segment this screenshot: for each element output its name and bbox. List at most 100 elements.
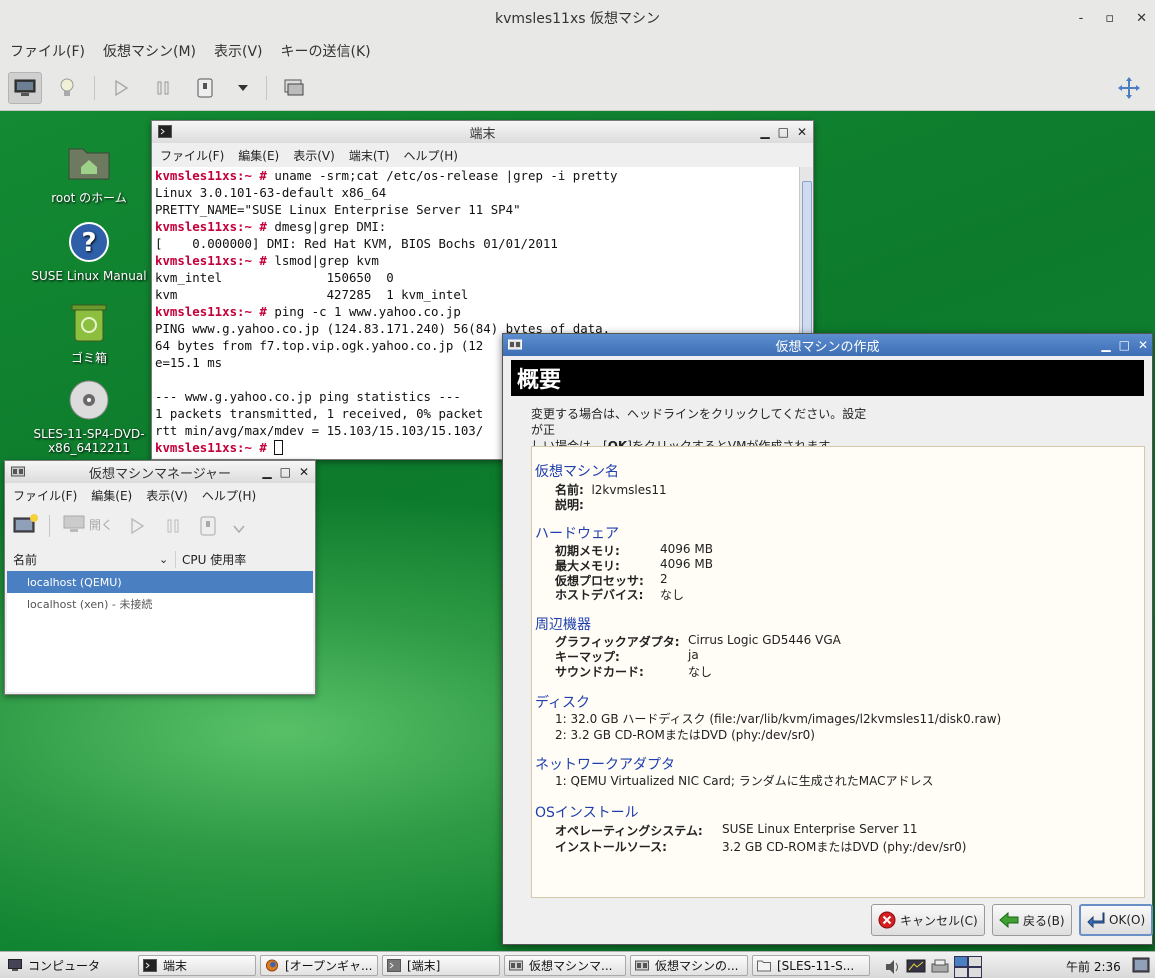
- shutdown-menu-button[interactable]: [226, 72, 260, 104]
- firefox-icon: [265, 959, 279, 972]
- volume-icon[interactable]: [884, 958, 902, 976]
- start-menu-button[interactable]: コンピュータ: [4, 955, 134, 976]
- shutdown-menu-button[interactable]: [233, 522, 245, 536]
- menu-view[interactable]: 表示(V): [293, 147, 335, 164]
- section-os-install[interactable]: OSインストール: [535, 802, 639, 822]
- help-icon: ?: [69, 222, 109, 262]
- task-sles-folder[interactable]: [SLES-11-S...: [752, 955, 870, 976]
- close-button[interactable]: ✕: [1138, 338, 1148, 352]
- folder-icon: [757, 960, 771, 972]
- menu-send-key[interactable]: キーの送信(K): [281, 41, 371, 61]
- maximize-button[interactable]: □: [280, 465, 291, 479]
- chevron-down-icon: [233, 525, 245, 534]
- close-button[interactable]: ✕: [797, 125, 807, 139]
- pause-button[interactable]: [146, 72, 180, 104]
- summary-banner: 概要: [511, 360, 1144, 396]
- pause-icon: [167, 519, 179, 533]
- menu-view[interactable]: 表示(V): [214, 41, 263, 61]
- snapshot-button[interactable]: [277, 72, 311, 104]
- maximize-button[interactable]: □: [1119, 338, 1130, 352]
- pause-button[interactable]: [165, 518, 181, 537]
- minimize-button[interactable]: ▁: [760, 125, 769, 139]
- minimize-button[interactable]: -: [1079, 11, 1084, 26]
- run-button[interactable]: [104, 72, 138, 104]
- ok-button[interactable]: OK(O): [1079, 904, 1154, 936]
- display-icon[interactable]: [906, 958, 926, 976]
- clock[interactable]: 午前 2:36: [1066, 958, 1121, 975]
- column-name[interactable]: 名前: [9, 551, 159, 568]
- menu-file[interactable]: ファイル(F): [13, 487, 77, 504]
- hw-max-mem-value: 4096 MB: [660, 557, 713, 571]
- workspace-switcher-icon[interactable]: [954, 956, 982, 978]
- menu-help[interactable]: ヘルプ(H): [404, 147, 458, 164]
- scrollbar-thumb[interactable]: [802, 181, 812, 341]
- disk-item: 1: 32.0 GB ハードディスク (file:/var/lib/kvm/im…: [555, 712, 1002, 726]
- terminal-line: kvmsles11xs:~ # uname -srm;cat /etc/os-r…: [155, 167, 796, 184]
- menu-edit[interactable]: 編集(E): [238, 147, 279, 164]
- task-terminal[interactable]: 端末: [138, 955, 256, 976]
- cancel-button[interactable]: キャンセル(C): [871, 904, 985, 936]
- terminal-line: PRETTY_NAME="SUSE Linux Enterprise Serve…: [155, 201, 796, 218]
- list-item[interactable]: localhost (QEMU): [7, 571, 313, 593]
- section-peripherals[interactable]: 周辺機器: [535, 614, 591, 634]
- back-label: 戻る(B): [1023, 913, 1065, 928]
- menu-help[interactable]: ヘルプ(H): [202, 487, 256, 504]
- task-vmm[interactable]: 仮想マシンマ...: [504, 955, 626, 976]
- section-network[interactable]: ネットワークアダプタ: [535, 754, 675, 774]
- close-button[interactable]: ✕: [1136, 11, 1147, 26]
- maximize-button[interactable]: □: [778, 125, 789, 139]
- section-hardware[interactable]: ハードウェア: [535, 523, 619, 543]
- vmm-menubar: ファイル(F) 編集(E) 表示(V) ヘルプ(H): [5, 483, 315, 507]
- section-disks[interactable]: ディスク: [535, 692, 590, 712]
- task-open-gallery[interactable]: [オープンギャ...: [260, 955, 378, 976]
- column-cpu[interactable]: CPU 使用率: [175, 551, 246, 568]
- details-view-button[interactable]: [50, 72, 84, 104]
- run-button[interactable]: [129, 517, 145, 538]
- list-item[interactable]: localhost (xen) - 未接続: [7, 593, 313, 615]
- move-arrows-icon: [1118, 77, 1140, 99]
- maximize-button[interactable]: ▫: [1105, 11, 1114, 26]
- menu-edit[interactable]: 編集(E): [91, 487, 132, 504]
- open-button[interactable]: 開く: [63, 515, 113, 533]
- terminal-titlebar[interactable]: 端末 ▁ □ ✕: [152, 121, 813, 143]
- terminal-line: kvmsles11xs:~ # lsmod|grep kvm: [155, 252, 796, 269]
- sort-chevron-icon[interactable]: ⌄: [159, 553, 175, 566]
- shutdown-button[interactable]: [199, 516, 217, 539]
- new-vm-button[interactable]: [13, 513, 39, 540]
- task-terminal-2[interactable]: [端末]: [382, 955, 500, 976]
- vmm-titlebar[interactable]: 仮想マシンマネージャー ▁ □ ✕: [5, 461, 315, 483]
- computer-icon: [8, 959, 22, 971]
- minimize-button[interactable]: ▁: [1101, 338, 1110, 352]
- menu-view[interactable]: 表示(V): [146, 487, 188, 504]
- section-vm-name[interactable]: 仮想マシン名: [535, 461, 619, 481]
- desktop-icon-home[interactable]: root のホーム: [24, 139, 154, 206]
- task-create-vm[interactable]: 仮想マシンの...: [630, 955, 748, 976]
- menu-vm[interactable]: 仮想マシン(M): [103, 41, 196, 61]
- minimize-button[interactable]: ▁: [262, 465, 271, 479]
- terminal-title: 端末: [469, 126, 496, 142]
- terminal-prompt: kvmsles11xs:~ #: [155, 168, 267, 183]
- disc-icon: [69, 380, 109, 420]
- desktop-icon-trash[interactable]: ゴミ箱: [24, 299, 154, 366]
- menu-file[interactable]: ファイル(F): [10, 41, 85, 61]
- show-desktop-icon[interactable]: [1132, 957, 1150, 974]
- vmm-toolbar: 開く: [5, 507, 315, 545]
- vm-app-icon: [508, 339, 522, 350]
- shutdown-button[interactable]: [188, 72, 222, 104]
- printer-icon[interactable]: [930, 958, 950, 976]
- menu-terminal[interactable]: 端末(T): [349, 147, 390, 164]
- task-label: 仮想マシンの...: [655, 959, 739, 973]
- console-view-button[interactable]: [8, 72, 42, 104]
- back-button[interactable]: 戻る(B): [992, 904, 1072, 936]
- desktop-icon-manual[interactable]: ? SUSE Linux Manual: [24, 219, 154, 283]
- dialog-titlebar[interactable]: 仮想マシンの作成 ▁ □ ✕: [503, 334, 1152, 356]
- fullscreen-button[interactable]: [1112, 72, 1146, 104]
- desktop-icon-dvd[interactable]: SLES-11-SP4-DVD- x86_6412211: [24, 377, 154, 455]
- kv-label: サウンドカード:: [555, 665, 644, 679]
- home-folder-icon: [68, 148, 110, 180]
- close-button[interactable]: ✕: [299, 465, 309, 479]
- menu-file[interactable]: ファイル(F): [160, 147, 224, 164]
- vm-icon: [635, 960, 649, 971]
- vmm-window: 仮想マシンマネージャー ▁ □ ✕ ファイル(F) 編集(E) 表示(V) ヘル…: [4, 460, 316, 695]
